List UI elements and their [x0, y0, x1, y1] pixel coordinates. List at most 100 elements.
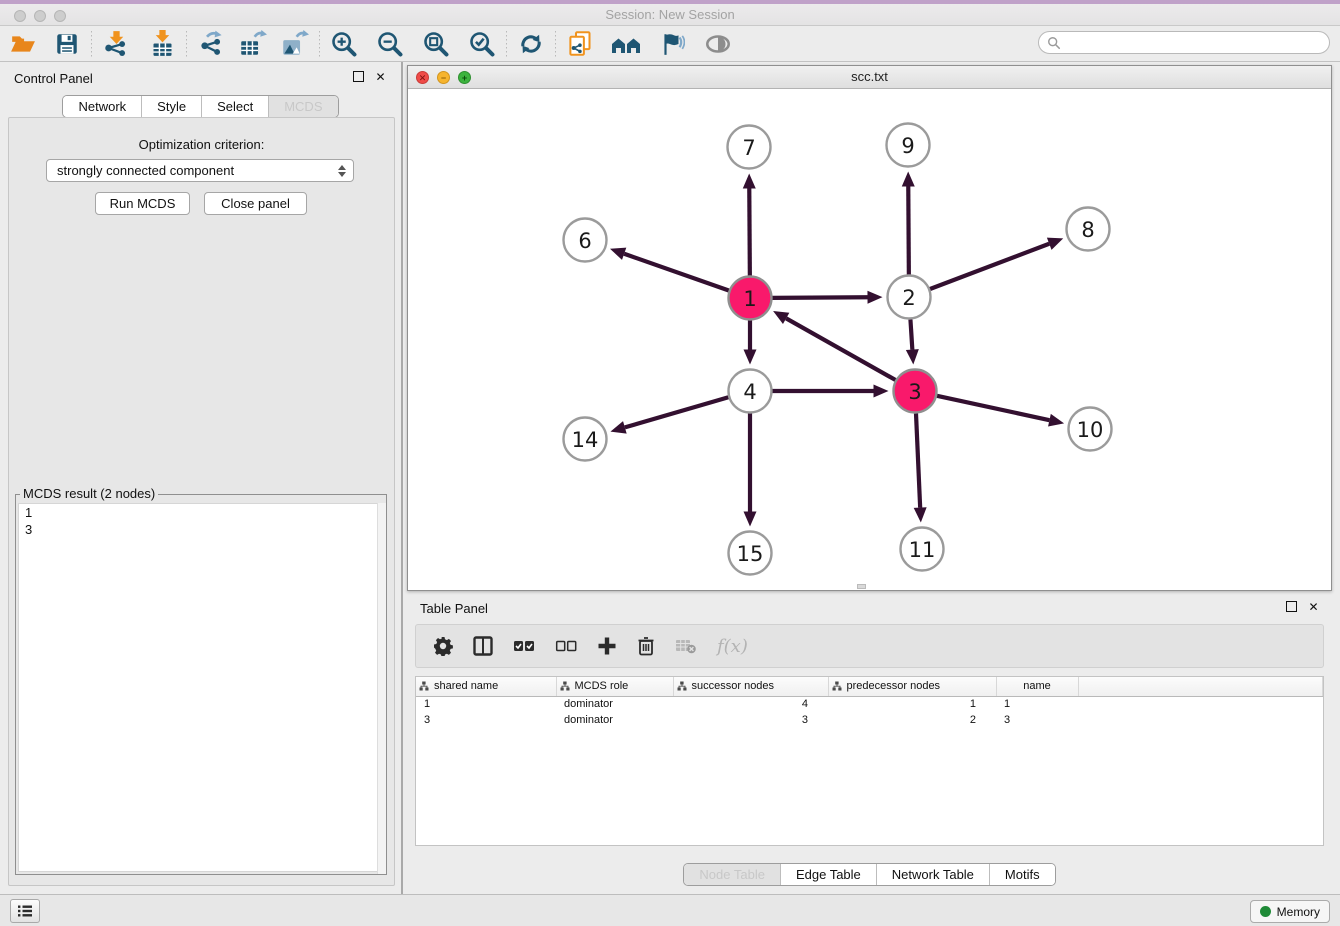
delete-icon[interactable] [637, 636, 655, 656]
table-row[interactable]: 1dominator411 [416, 696, 1323, 712]
open-session-icon[interactable] [8, 29, 38, 59]
table-cell[interactable]: 3 [673, 712, 828, 728]
clone-network-icon[interactable] [565, 29, 595, 59]
graph-node-11[interactable]: 11 [901, 528, 944, 571]
table-cell[interactable]: dominator [556, 712, 673, 728]
close-table-panel-icon[interactable]: ✕ [1307, 601, 1320, 614]
tab-motifs[interactable]: Motifs [989, 864, 1055, 885]
export-image-icon[interactable] [280, 29, 310, 59]
network-window-titlebar[interactable]: ✕ − + scc.txt [408, 66, 1331, 89]
graph-edge-3-11[interactable] [914, 413, 927, 522]
graph-node-14[interactable]: 14 [564, 418, 607, 461]
search-input[interactable] [1061, 34, 1329, 52]
result-scrollbar[interactable] [377, 503, 386, 874]
table-cell[interactable]: 4 [673, 696, 828, 712]
table-cell[interactable]: 3 [416, 712, 556, 728]
graph-node-7[interactable]: 7 [728, 126, 771, 169]
table-cell[interactable]: 2 [828, 712, 996, 728]
mcds-result-list[interactable]: 13 [18, 503, 384, 872]
column-label: shared name [434, 680, 498, 692]
mcds-result-title: MCDS result (2 nodes) [20, 486, 158, 501]
export-table-icon[interactable] [238, 29, 268, 59]
add-column-icon[interactable] [597, 636, 617, 656]
column-header-predecessor-nodes[interactable]: predecessor nodes [828, 677, 996, 696]
main-toolbar [0, 26, 1340, 62]
float-panel-icon[interactable] [353, 71, 366, 84]
graph-node-10[interactable]: 10 [1069, 408, 1112, 451]
run-mcds-button[interactable]: Run MCDS [95, 192, 190, 215]
tab-edge-table[interactable]: Edge Table [780, 864, 876, 885]
graph-edge-3-10[interactable] [937, 396, 1064, 427]
table-panel: Table Panel ✕ f(x) shared nameMCDS [407, 595, 1332, 890]
graph-node-3[interactable]: 3 [894, 370, 937, 413]
criterion-select[interactable]: strongly connected component [46, 159, 354, 182]
zoom-selected-icon[interactable] [467, 29, 497, 59]
network-resize-handle[interactable] [857, 584, 866, 589]
graph-node-8[interactable]: 8 [1067, 208, 1110, 251]
graph-edge-1-2[interactable] [772, 291, 882, 304]
graph-node-label: 8 [1081, 218, 1094, 242]
graph-edge-2-9[interactable] [902, 171, 915, 274]
graph-node-2[interactable]: 2 [888, 276, 931, 319]
column-header-successor-nodes[interactable]: successor nodes [673, 677, 828, 696]
graph-node-label: 10 [1077, 418, 1104, 442]
graph-edge-1-6[interactable] [610, 248, 729, 291]
graph-edge-4-14[interactable] [610, 397, 728, 433]
node-table[interactable]: shared name MCDS rolesuccessor nodesprede… [415, 676, 1324, 846]
show-columns-icon[interactable] [473, 636, 493, 656]
table-cell[interactable]: 3 [996, 712, 1078, 728]
table-cell[interactable]: 1 [828, 696, 996, 712]
save-session-icon[interactable] [52, 29, 82, 59]
memory-button[interactable]: Memory [1250, 900, 1330, 923]
table-panel-tabs: Node TableEdge TableNetwork TableMotifs [407, 863, 1332, 886]
float-table-panel-icon[interactable] [1286, 601, 1299, 614]
tab-node-table[interactable]: Node Table [684, 864, 780, 885]
table-cell[interactable]: dominator [556, 696, 673, 712]
zoom-out-icon[interactable] [375, 29, 405, 59]
import-table-icon[interactable] [147, 29, 177, 59]
select-all-icon[interactable] [513, 639, 535, 653]
column-header-MCDS-role[interactable]: MCDS role [556, 677, 673, 696]
tab-mcds[interactable]: MCDS [268, 96, 337, 117]
close-panel-button[interactable]: Close panel [204, 192, 307, 215]
graph-node-15[interactable]: 15 [729, 532, 772, 575]
status-bar: Memory [0, 894, 1340, 926]
table-cell[interactable]: 1 [996, 696, 1078, 712]
control-panel: Control Panel ✕ NetworkStyleSelectMCDS O… [0, 62, 403, 894]
import-network-icon[interactable] [101, 29, 131, 59]
graph-edge-3-1[interactable] [773, 311, 895, 380]
task-history-button[interactable] [10, 899, 40, 923]
export-network-icon[interactable] [196, 29, 226, 59]
tab-network-table[interactable]: Network Table [876, 864, 989, 885]
zoom-in-icon[interactable] [329, 29, 359, 59]
tab-network[interactable]: Network [63, 96, 141, 117]
graph-edge-1-7[interactable] [743, 173, 756, 275]
column-header-shared-name[interactable]: shared name [416, 677, 556, 696]
table-cell[interactable]: 1 [416, 696, 556, 712]
graph-edge-4-15[interactable] [744, 414, 757, 527]
tab-style[interactable]: Style [141, 96, 201, 117]
graph-edge-4-3[interactable] [773, 385, 889, 398]
table-settings-icon[interactable] [433, 636, 453, 656]
delete-table-icon [675, 638, 697, 654]
graph-node-9[interactable]: 9 [887, 124, 930, 167]
graph-node-1[interactable]: 1 [729, 277, 772, 320]
column-header-name[interactable]: name [996, 677, 1078, 696]
show-hide-icon[interactable] [703, 29, 733, 59]
table-cell-filler [1078, 696, 1323, 712]
graph-edge-2-8[interactable] [930, 238, 1063, 289]
apply-layout-icon[interactable] [516, 29, 546, 59]
network-canvas[interactable]: 7 9 6 8 1 2 4 3 14 10 15 11 [408, 89, 1331, 590]
memory-status-icon [1260, 906, 1271, 917]
tab-select[interactable]: Select [201, 96, 268, 117]
graph-node-4[interactable]: 4 [729, 370, 772, 413]
table-row[interactable]: 3dominator323 [416, 712, 1323, 728]
close-panel-icon[interactable]: ✕ [374, 71, 387, 84]
zoom-fit-icon[interactable] [421, 29, 451, 59]
flag-icon[interactable] [657, 29, 687, 59]
deselect-all-icon[interactable] [555, 639, 577, 653]
graph-edge-1-4[interactable] [744, 321, 757, 365]
graph-edge-2-3[interactable] [906, 319, 919, 364]
home-icon[interactable] [611, 29, 641, 59]
graph-node-6[interactable]: 6 [564, 219, 607, 262]
